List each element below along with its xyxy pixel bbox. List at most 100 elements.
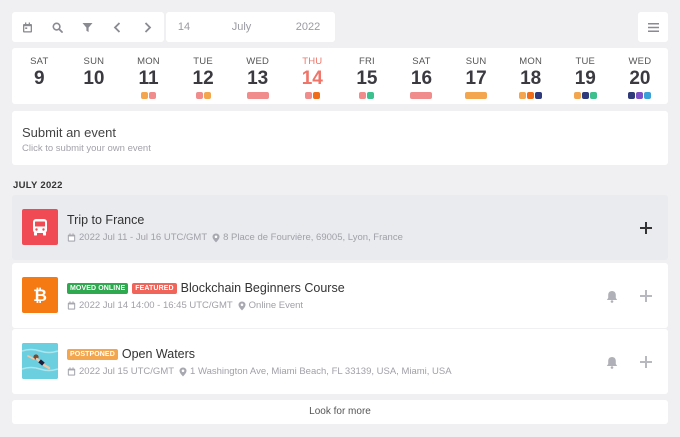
day-number: 13 xyxy=(247,68,269,89)
calendar-icon[interactable] xyxy=(12,12,42,42)
day-of-week: TUE xyxy=(193,56,213,67)
event-indicators xyxy=(503,92,558,99)
chevron-left-icon[interactable] xyxy=(102,12,132,42)
day-cell[interactable]: WED 20 xyxy=(613,48,668,104)
bell-icon[interactable] xyxy=(602,352,622,372)
day-cell[interactable]: SUN 17 xyxy=(449,48,504,104)
day-cell[interactable]: MON 11 xyxy=(121,48,176,104)
day-cell[interactable]: TUE 12 xyxy=(176,48,231,104)
day-of-week: THU xyxy=(302,56,323,67)
day-of-week: MON xyxy=(137,56,160,67)
event-indicator-dot xyxy=(410,92,433,99)
day-of-week: WED xyxy=(628,56,652,67)
event-indicator-dot xyxy=(644,92,652,99)
add-to-calendar-icon[interactable] xyxy=(636,352,656,372)
event-indicator-dot xyxy=(312,92,320,99)
date-month[interactable]: July xyxy=(202,21,281,33)
event-indicators xyxy=(176,92,231,99)
day-of-week: FRI xyxy=(358,56,375,67)
day-cell[interactable]: TUE 19 xyxy=(558,48,613,104)
event-indicators xyxy=(121,92,176,99)
date-picker[interactable]: 14 July 2022 xyxy=(166,12,335,42)
week-strip: SAT 9 SUN 10 MON 11 TUE 12 WED 13 THU 14 FRI 15 SAT 16 S… xyxy=(12,48,668,104)
bell-icon[interactable] xyxy=(602,286,622,306)
badge-postponed: POSTPONED xyxy=(67,348,118,360)
event-indicator-dot xyxy=(636,92,644,99)
calendar-icon xyxy=(67,233,76,242)
day-cell[interactable]: SUN 10 xyxy=(67,48,122,104)
event-indicators xyxy=(230,92,285,99)
day-cell[interactable]: FRI 15 xyxy=(340,48,395,104)
event-row[interactable]: Trip to France 2022 Jul 11 - Jul 16 UTC/… xyxy=(12,195,668,260)
event-indicators xyxy=(449,92,504,99)
day-cell[interactable]: SAT 16 xyxy=(394,48,449,104)
event-indicator-dot xyxy=(304,92,312,99)
submit-event-card[interactable]: Submit an event Click to submit your own… xyxy=(12,111,668,165)
date-day[interactable]: 14 xyxy=(166,21,202,33)
day-cell[interactable]: WED 13 xyxy=(230,48,285,104)
event-indicator-dot xyxy=(535,92,543,99)
day-number: 20 xyxy=(629,68,651,89)
bus-icon xyxy=(22,209,58,245)
hamburger-menu-icon[interactable] xyxy=(638,12,668,42)
month-section-label: JULY 2022 xyxy=(13,180,63,191)
add-to-calendar-icon[interactable] xyxy=(636,218,656,238)
submit-event-title: Submit an event xyxy=(22,125,116,140)
event-location[interactable]: 8 Place de Fourvière, 69005, Lyon, Franc… xyxy=(223,232,403,243)
day-of-week: SAT xyxy=(412,56,431,67)
event-indicator-dot xyxy=(203,92,211,99)
event-indicator-dot xyxy=(628,92,636,99)
day-of-week: SUN xyxy=(83,56,105,67)
calendar-icon xyxy=(67,367,76,376)
event-row[interactable]: POSTPONED Open Waters 2022 Jul 15 UTC/GM… xyxy=(12,329,668,394)
day-of-week: SAT xyxy=(30,56,49,67)
event-title[interactable]: Blockchain Beginners Course xyxy=(181,281,345,295)
event-location[interactable]: 1 Washington Ave, Miami Beach, FL 33139,… xyxy=(190,366,452,377)
add-to-calendar-icon[interactable] xyxy=(636,286,656,306)
event-indicator-dot xyxy=(581,92,589,99)
date-year[interactable]: 2022 xyxy=(281,21,335,33)
day-of-week: SUN xyxy=(465,56,487,67)
event-date: 2022 Jul 15 UTC/GMT xyxy=(79,366,175,377)
event-indicator-dot xyxy=(140,92,148,99)
bitcoin-icon: ₿ xyxy=(22,277,58,313)
event-indicator-dot xyxy=(589,92,597,99)
search-icon[interactable] xyxy=(42,12,72,42)
event-indicator-dot xyxy=(573,92,581,99)
event-date: 2022 Jul 11 - Jul 16 UTC/GMT xyxy=(79,232,208,243)
svg-text:₿: ₿ xyxy=(33,286,47,306)
event-indicator-dot xyxy=(359,92,367,99)
day-number: 14 xyxy=(301,68,323,89)
event-indicators xyxy=(394,92,449,99)
swimmer-photo xyxy=(22,343,58,379)
badge-moved-online: MOVED ONLINE xyxy=(67,282,129,294)
calendar-icon xyxy=(67,301,76,310)
day-cell[interactable]: THU 14 xyxy=(285,48,340,104)
look-for-more-button[interactable]: Look for more xyxy=(12,400,668,424)
event-indicators xyxy=(285,92,340,99)
event-title[interactable]: Open Waters xyxy=(122,347,195,361)
day-number: 16 xyxy=(410,68,433,89)
badge-featured: FEATURED xyxy=(132,282,177,294)
day-cell[interactable]: SAT 9 xyxy=(12,48,67,104)
day-of-week: MON xyxy=(519,56,543,67)
event-indicator-dot xyxy=(367,92,375,99)
day-number: 15 xyxy=(356,68,378,89)
day-number: 17 xyxy=(465,68,487,89)
day-of-week: WED xyxy=(246,56,270,67)
event-title[interactable]: Trip to France xyxy=(67,213,144,227)
day-number: 18 xyxy=(520,68,542,89)
day-number: 9 xyxy=(34,68,45,89)
event-indicator-dot xyxy=(519,92,527,99)
event-indicator-dot xyxy=(148,92,156,99)
day-number: 10 xyxy=(83,68,105,89)
event-row[interactable]: ₿ MOVED ONLINE FEATURED Blockchain Begin… xyxy=(12,263,668,328)
filter-icon[interactable] xyxy=(72,12,102,42)
chevron-right-icon[interactable] xyxy=(132,12,162,42)
event-indicator-dot xyxy=(527,92,535,99)
day-cell[interactable]: MON 18 xyxy=(503,48,558,104)
day-number: 11 xyxy=(138,68,159,89)
location-pin-icon xyxy=(179,367,187,376)
event-indicators xyxy=(12,92,67,99)
event-indicators xyxy=(613,92,668,99)
